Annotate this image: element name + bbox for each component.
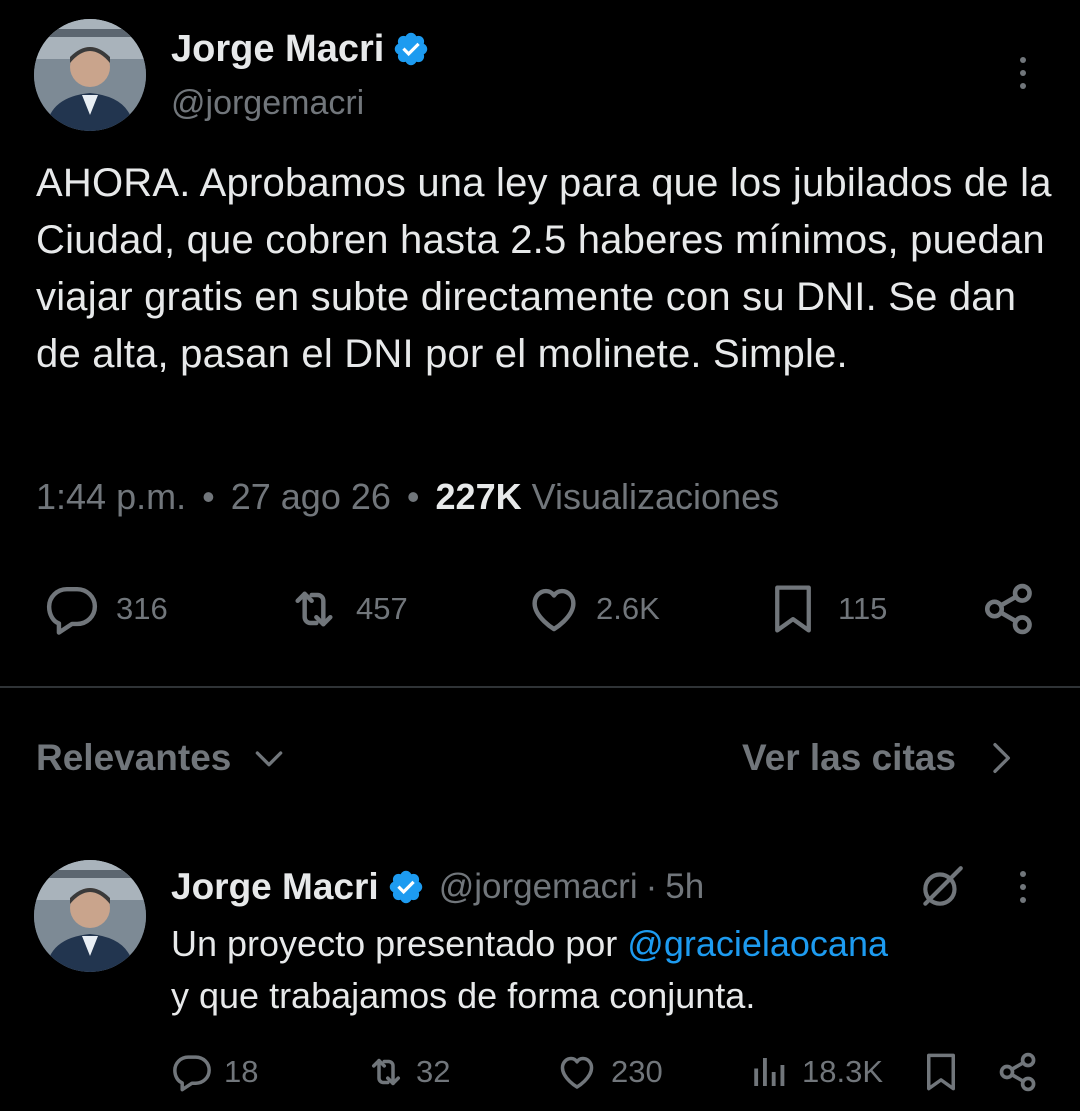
- retweet-icon: [372, 1058, 400, 1086]
- quotes-link[interactable]: Ver las citas: [742, 734, 1020, 782]
- reply-icon: [46, 586, 98, 635]
- reply-like-button[interactable]: 230: [555, 1050, 663, 1094]
- like-count: 2.6K: [596, 591, 660, 626]
- reply-bookmark-button[interactable]: [920, 1050, 962, 1094]
- share-icon: [999, 1052, 1036, 1092]
- bookmark-count: 115: [838, 591, 888, 626]
- reply-author-handle[interactable]: @jorgemacri: [439, 867, 638, 907]
- reply-more-icon[interactable]: [1018, 871, 1028, 903]
- mention-link[interactable]: @gracielaocana: [627, 923, 888, 964]
- views-label: Visualizaciones: [531, 476, 780, 517]
- reply-reply-button[interactable]: 18: [170, 1050, 258, 1094]
- author-handle[interactable]: @jorgemacri: [171, 84, 364, 123]
- reply-icon: [173, 1055, 211, 1092]
- reply-text: Un proyecto presentado por @gracielaocan…: [171, 918, 1051, 1022]
- reply-dot: ·: [645, 867, 658, 906]
- reply-views-button[interactable]: 18.3K: [748, 1050, 883, 1094]
- reply-count: 316: [116, 591, 168, 626]
- share-icon: [984, 583, 1032, 635]
- retweet-count: 457: [356, 591, 408, 626]
- reply-share-button[interactable]: [996, 1050, 1040, 1094]
- views-icon: [754, 1058, 785, 1086]
- meta-separator: •: [406, 476, 420, 517]
- reply-views-count: 18.3K: [802, 1054, 884, 1089]
- avatar-photo: [34, 19, 146, 131]
- like-button[interactable]: 2.6K: [524, 580, 660, 638]
- reply-text-end: y que trabajamos de forma conjunta.: [171, 975, 756, 1016]
- reply-retweet-count: 32: [416, 1054, 451, 1089]
- author-avatar[interactable]: [34, 19, 146, 131]
- grok-icon[interactable]: [917, 862, 967, 912]
- more-icon[interactable]: [1018, 57, 1028, 89]
- like-icon: [560, 1056, 594, 1089]
- reply-retweet-button[interactable]: 32: [362, 1050, 450, 1094]
- reply-button[interactable]: 316: [42, 580, 168, 638]
- retweet-button[interactable]: 457: [280, 580, 408, 638]
- tweet-text: AHORA. Aprobamos una ley para que los ju…: [36, 161, 1052, 376]
- author-name[interactable]: Jorge Macri: [171, 28, 384, 71]
- retweet-icon: [295, 591, 333, 627]
- meta-separator: •: [202, 476, 215, 517]
- reply-text-start: Un proyecto presentado por: [171, 923, 628, 964]
- reply-avatar[interactable]: [34, 860, 146, 972]
- reply-like-count: 230: [611, 1054, 663, 1089]
- bookmark-icon: [927, 1053, 955, 1091]
- like-icon: [532, 588, 576, 632]
- reply-header: Jorge Macri @jorgemacri · 5h: [171, 864, 704, 910]
- share-button[interactable]: [980, 580, 1038, 638]
- views-count: 227K: [435, 476, 522, 517]
- chevron-down-icon: [256, 751, 283, 767]
- sort-dropdown[interactable]: Relevantes: [36, 734, 289, 782]
- reply-age: 5h: [665, 867, 705, 906]
- sort-label: Relevantes: [36, 737, 232, 778]
- avatar-photo: [34, 860, 146, 972]
- tweet-date[interactable]: 27 ago 26: [231, 476, 391, 517]
- bookmark-button[interactable]: 115: [766, 580, 887, 638]
- bookmark-icon: [775, 585, 811, 633]
- quotes-label: Ver las citas: [742, 737, 956, 778]
- verified-badge-icon: [395, 32, 428, 66]
- chevron-right-icon: [993, 743, 1010, 773]
- verified-badge-icon: [389, 870, 422, 904]
- reply-reply-count: 18: [224, 1054, 259, 1089]
- tweet-time[interactable]: 1:44 p.m.: [36, 476, 186, 517]
- section-divider: [0, 686, 1080, 688]
- reply-author-name[interactable]: Jorge Macri: [171, 866, 379, 908]
- tweet-meta: 1:44 p.m. • 27 ago 26 • 227K Visualizaci…: [36, 476, 779, 518]
